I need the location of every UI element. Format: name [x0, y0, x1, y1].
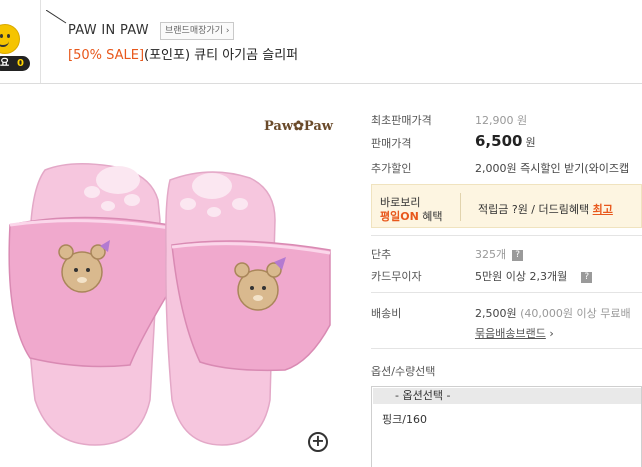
unit-value: 325개: [475, 248, 507, 261]
product-image[interactable]: [0, 100, 340, 467]
brand-logo: Paw✿Paw: [264, 119, 333, 134]
product-name: (포인포) 큐티 아기곰 슬리퍼: [144, 48, 299, 63]
original-price: 12,900 원: [475, 114, 528, 127]
smiley-icon: [0, 24, 20, 54]
benefit-box: 바로보리 평일ON 혜택 적립금 ?원 / 더드림혜택 최고: [371, 184, 642, 228]
bundle-brand-link[interactable]: 묶음배송브랜드: [475, 327, 546, 340]
sale-price: 6,500: [475, 132, 523, 150]
right-slipper: [165, 171, 331, 446]
help-icon[interactable]: ?: [581, 272, 593, 283]
shipping-label: 배송비: [371, 307, 402, 320]
help-icon[interactable]: ?: [512, 250, 524, 261]
breadcrumb-arrow-icon: [46, 10, 67, 24]
badge-counter[interactable]: 요 0: [0, 56, 30, 71]
shipping-value: 2,500원: [475, 307, 517, 320]
shipping-note: (40,000원 이상 무료배: [516, 307, 631, 320]
benefit-points: 적립금 ?원 / 더드림혜택 최고: [478, 203, 613, 216]
original-price-label: 최초판매가격: [371, 114, 432, 127]
card-label: 카드무이자: [371, 270, 422, 283]
zoom-plus-icon[interactable]: +: [308, 432, 328, 452]
options-label: 옵션/수량선택: [371, 365, 436, 378]
product-title: [50% SALE](포인포) 큐티 아기곰 슬리퍼: [68, 44, 298, 63]
price-value-wrap: 6,500 원: [475, 132, 536, 150]
price-unit: 원: [525, 136, 536, 149]
left-slipper: [8, 163, 171, 446]
option-select-placeholder[interactable]: - 옵션선택 -: [373, 388, 641, 404]
sale-tag: [50% SALE]: [68, 48, 145, 63]
brand-store-button[interactable]: 브랜드매장가기 ›: [160, 22, 235, 40]
side-badge[interactable]: 요 0: [0, 0, 41, 83]
badge-label: 요: [0, 58, 10, 69]
discount-link[interactable]: 2,000원 즉시할인 받기(와이즈캡: [475, 160, 629, 176]
discount-label: 추가할인: [371, 162, 412, 175]
badge-count: 0: [17, 58, 24, 69]
card-value: 5만원 이상 2,3개월: [475, 270, 568, 283]
price-label: 판매가격: [371, 137, 412, 150]
brand-name[interactable]: PAW IN PAW: [68, 23, 149, 38]
option-item[interactable]: 핑크/160: [382, 411, 427, 427]
benefit-link[interactable]: 최고: [593, 203, 613, 216]
product-header: 요 0 PAW IN PAW 브랜드매장가기 › [50% SALE](포인포)…: [0, 0, 642, 84]
benefit-subtitle: 평일ON 혜택: [380, 210, 443, 223]
unit-label: 단추: [371, 248, 392, 261]
option-select[interactable]: - 옵션선택 - 핑크/160: [371, 386, 642, 467]
brand-store-label: 브랜드매장가기: [165, 26, 223, 36]
